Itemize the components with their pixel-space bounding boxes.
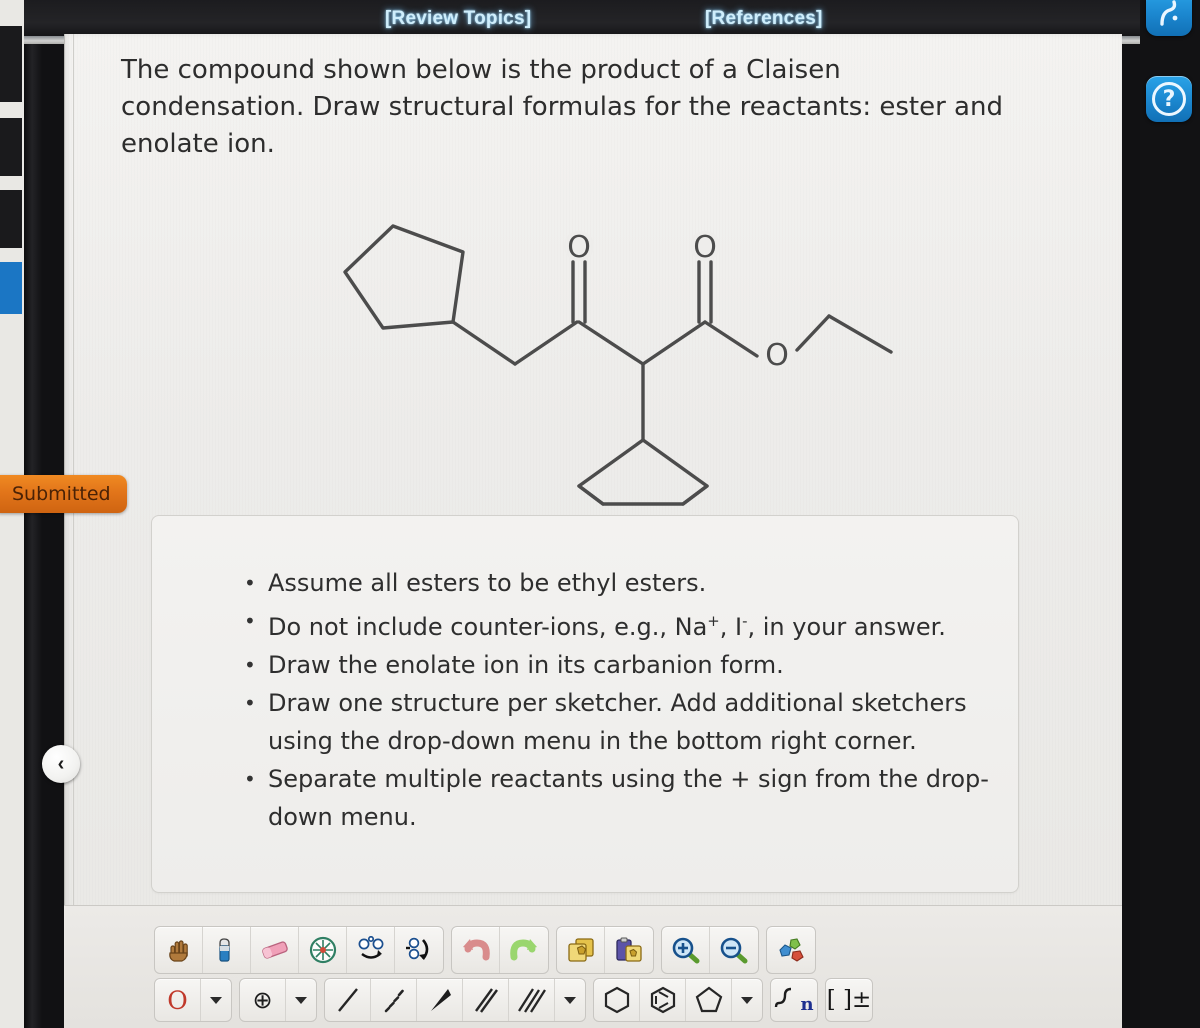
sidebar-block-active[interactable]	[0, 262, 22, 314]
previous-question-button[interactable]: ‹	[42, 745, 80, 783]
sidebar-block-1	[0, 26, 22, 102]
instructions-list: Assume all esters to be ethyl esters. Do…	[242, 564, 1002, 836]
benzene-ring-button[interactable]	[640, 979, 686, 1021]
pan-hand-tool-button[interactable]	[155, 927, 203, 973]
list-item: Assume all esters to be ethyl esters.	[242, 564, 1002, 602]
toolbar-group-charge: ⊕	[239, 978, 317, 1022]
bullet-text: Draw the enolate ion in its carbanion fo…	[268, 651, 784, 679]
window-bezel-left	[24, 0, 42, 1028]
toolbar-group-atoms: O	[154, 978, 232, 1022]
list-item: Do not include counter-ions, e.g., Na+, …	[242, 602, 1002, 646]
toolbar-group-polymer: n	[770, 978, 818, 1022]
rotate-2d-tool-button[interactable]	[347, 927, 395, 973]
clean-structure-tool-button[interactable]	[299, 927, 347, 973]
tab-references[interactable]: [References]	[705, 8, 823, 30]
paste-button[interactable]	[605, 927, 653, 973]
bullet-text-suffix: , in your answer.	[747, 613, 946, 641]
charge-button[interactable]: ⊕	[240, 979, 286, 1021]
zoom-out-button[interactable]	[710, 927, 758, 973]
toolbar-group-clipboard	[556, 926, 654, 974]
atom-dropdown-caret-icon[interactable]	[201, 979, 231, 1021]
single-bond-button[interactable]	[325, 979, 371, 1021]
molecule-sketcher-toolbar: O ⊕ n []±	[64, 905, 1122, 1028]
ring-dropdown-caret-icon[interactable]	[732, 979, 762, 1021]
sidebar-block-2	[0, 118, 22, 176]
list-item: Separate multiple reactants using the + …	[242, 760, 1002, 836]
superscript-charge: +	[707, 612, 720, 630]
toolbar-group-tools	[154, 926, 444, 974]
ester-carbonyl-oxygen-label: O	[693, 230, 717, 265]
toolbar-group-history	[451, 926, 549, 974]
hashed-bond-button[interactable]	[371, 979, 417, 1021]
info-button[interactable]	[1146, 0, 1192, 36]
eraser-tool-button[interactable]	[251, 927, 299, 973]
cyclohexane-ring-button[interactable]	[594, 979, 640, 1021]
bond-dropdown-caret-icon[interactable]	[555, 979, 585, 1021]
charge-dropdown-caret-icon[interactable]	[286, 979, 316, 1021]
ketone-oxygen-label: O	[567, 230, 591, 265]
sketcher-toolbar-row-1	[154, 926, 823, 974]
polymer-bracket-button[interactable]: n	[771, 979, 817, 1021]
instructions-card: Assume all esters to be ethyl esters. Do…	[151, 515, 1019, 893]
rotate-3d-tool-button[interactable]	[395, 927, 443, 973]
toolbar-group-atom-palette	[766, 926, 816, 974]
triple-bond-button[interactable]	[509, 979, 555, 1021]
molecule-structure-diagram: O O O	[305, 204, 925, 524]
toolbar-group-bonds	[324, 978, 586, 1022]
tab-review-topics[interactable]: [Review Topics]	[385, 8, 531, 30]
charge-plus-circle-icon: ⊕	[252, 986, 273, 1014]
lasso-select-tool-button[interactable]	[203, 927, 251, 973]
window-bezel-right	[1140, 0, 1200, 1028]
toolbar-group-charge-bracket: [ ]±	[825, 978, 873, 1022]
charge-bracket-button[interactable]: [ ]±	[826, 979, 872, 1021]
sidebar-block-3	[0, 190, 22, 248]
toolbar-group-zoom	[661, 926, 759, 974]
hook-icon	[1160, 0, 1178, 26]
cyclopentane-ring-button[interactable]	[686, 979, 732, 1021]
question-prompt: The compound shown below is the product …	[121, 55, 1003, 159]
toolbar-group-rings	[593, 978, 763, 1022]
undo-button[interactable]	[452, 927, 500, 973]
sheet-vertical-rule	[73, 34, 74, 1028]
oxygen-symbol: O	[167, 985, 188, 1015]
atom-palette-button[interactable]	[767, 927, 815, 973]
help-button[interactable]: ?	[1146, 76, 1192, 122]
list-item: Draw the enolate ion in its carbanion fo…	[242, 646, 1002, 684]
bullet-text: Separate multiple reactants using the + …	[268, 765, 989, 831]
bullet-text: Assume all esters to be ethyl esters.	[268, 569, 707, 597]
bullet-text-mid: , I	[719, 613, 743, 641]
content-sheet: The compound shown below is the product …	[64, 34, 1122, 1028]
left-sidebar-strip	[0, 0, 24, 1028]
copy-button[interactable]	[557, 927, 605, 973]
list-item: Draw one structure per sketcher. Add add…	[242, 684, 1002, 760]
sketcher-toolbar-row-2: O ⊕ n []±	[154, 978, 880, 1022]
bullet-text: Draw one structure per sketcher. Add add…	[268, 689, 967, 755]
bullet-text: Do not include counter-ions, e.g., Na	[268, 613, 708, 641]
status-badge-submitted: Submitted	[0, 475, 127, 513]
ester-ether-oxygen-label: O	[765, 338, 789, 373]
double-bond-button[interactable]	[463, 979, 509, 1021]
screenshot-root: [Review Topics] [References] The compoun…	[0, 0, 1200, 1028]
charge-bracket-glyph: [ ]±	[826, 987, 872, 1013]
wedge-bond-button[interactable]	[417, 979, 463, 1021]
redo-button[interactable]	[500, 927, 548, 973]
atom-oxygen-button[interactable]: O	[155, 979, 201, 1021]
polymer-n-label: n	[800, 993, 814, 1015]
zoom-in-button[interactable]	[662, 927, 710, 973]
question-mark-icon: ?	[1152, 82, 1186, 116]
